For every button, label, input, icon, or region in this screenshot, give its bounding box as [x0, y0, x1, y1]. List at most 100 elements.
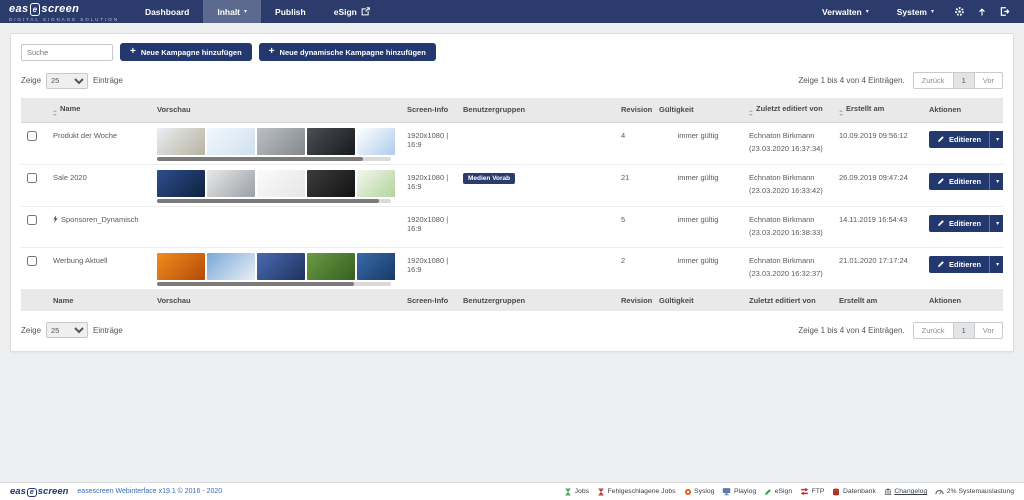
preview-thumbnail[interactable]: [357, 128, 395, 155]
pagination-prev-button[interactable]: Zurück: [913, 322, 954, 339]
preview-thumbnail[interactable]: [357, 170, 395, 197]
footer-version-text: easescreen Webinterface x19.1 © 2016 - 2…: [77, 488, 222, 495]
nav-item-dashboard[interactable]: Dashboard: [131, 0, 203, 23]
footer-link-esign[interactable]: eSign: [764, 488, 792, 496]
footer-link-changelog[interactable]: Changelog: [884, 488, 927, 496]
preview-thumbnail[interactable]: [157, 170, 205, 197]
footer-link-jobs[interactable]: Jobs: [564, 488, 589, 496]
thumb-scrollbar[interactable]: [157, 282, 391, 286]
update-button[interactable]: [971, 7, 993, 17]
created-at: 10.09.2019 09:56:12: [833, 122, 923, 164]
pagination-next-button[interactable]: Vor: [975, 72, 1003, 89]
failed-jobs-icon: [597, 488, 605, 496]
preview-thumbnail[interactable]: [207, 170, 255, 197]
user-group-badge: Medien Vorab: [463, 173, 515, 184]
nav-item-inhalt[interactable]: Inhalt▾: [203, 0, 261, 23]
preview-thumbnail[interactable]: [157, 128, 205, 155]
footer-header-name: Name: [47, 289, 151, 311]
screen-info: 1920x1080 | 16:9: [401, 206, 457, 247]
preview-thumbnail[interactable]: [257, 253, 305, 280]
edit-dropdown-toggle[interactable]: ▾: [989, 215, 1003, 232]
sort-icon: [749, 110, 753, 116]
chevron-down-icon: ▾: [866, 9, 869, 15]
brand-logo-text: easescreen: [9, 3, 119, 16]
thumb-scrollbar[interactable]: [157, 157, 391, 161]
edit-dropdown-toggle[interactable]: ▾: [989, 131, 1003, 148]
page-length-select[interactable]: 25: [46, 322, 88, 338]
preview-thumbnail[interactable]: [157, 253, 205, 280]
preview-thumbnail[interactable]: [257, 170, 305, 197]
content-area: +Neue Kampagne hinzufügen +Neue dynamisc…: [0, 23, 1024, 362]
search-input[interactable]: [21, 44, 113, 61]
footer-link-syslog[interactable]: Syslog: [684, 488, 715, 496]
thumb-scrollbar[interactable]: [157, 199, 391, 203]
table-row: Sale 2020 1920x1080 | 16:9 Medien Vorab …: [21, 164, 1003, 206]
last-edited-cell: Echnaton Birkmann (23.03.2020 16:37:34): [743, 122, 833, 164]
screen-info: 1920x1080 | 16:9: [401, 247, 457, 289]
edit-dropdown-toggle[interactable]: ▾: [989, 256, 1003, 273]
edit-button[interactable]: Editieren: [929, 173, 989, 190]
system-load-icon: [935, 487, 944, 496]
add-dynamic-campaign-button[interactable]: +Neue dynamische Kampagne hinzufügen: [259, 43, 436, 61]
preview-thumbnail[interactable]: [307, 170, 355, 197]
revision: 4: [615, 122, 653, 164]
nav-item-esign[interactable]: eSign: [320, 0, 384, 23]
add-campaign-button[interactable]: +Neue Kampagne hinzufügen: [120, 43, 252, 61]
pagination-page-1-button[interactable]: 1: [954, 322, 975, 339]
footer-header-benutzergruppen: Benutzergruppen: [457, 289, 615, 311]
row-checkbox[interactable]: [27, 173, 37, 183]
revision: 2: [615, 247, 653, 289]
nav-item-publish[interactable]: Publish: [261, 0, 320, 23]
pencil-icon: [937, 260, 945, 268]
footer-link-ftp[interactable]: FTP: [800, 487, 824, 496]
nav-item-verwalten[interactable]: Verwalten▾: [808, 7, 883, 17]
header-erstellt-am[interactable]: Erstellt am: [833, 98, 923, 122]
logout-button[interactable]: [993, 6, 1016, 17]
edit-button[interactable]: Editieren: [929, 256, 989, 273]
table-controls-top: Zeige 25 Einträge Zeige 1 bis 4 von 4 Ei…: [21, 72, 1003, 89]
footer-link-datenbank[interactable]: Datenbank: [832, 488, 875, 496]
footer-link-failed-jobs[interactable]: Fehlgeschlagene Jobs: [597, 488, 676, 496]
preview-thumbnail[interactable]: [307, 253, 355, 280]
table-controls-bottom: Zeige 25 Einträge Zeige 1 bis 4 von 4 Ei…: [21, 322, 1003, 339]
header-zuletzt-editiert[interactable]: Zuletzt editiert von: [743, 98, 833, 122]
page-length-menu: Zeige 25 Einträge: [21, 73, 123, 89]
validity: immer gültig: [653, 164, 743, 206]
pagination-prev-button[interactable]: Zurück: [913, 72, 954, 89]
row-checkbox[interactable]: [27, 256, 37, 266]
pagination-info: Zeige 1 bis 4 von 4 Einträgen.: [798, 76, 904, 85]
plus-icon: +: [130, 47, 136, 57]
pencil-icon: [937, 219, 945, 227]
footer-system-load[interactable]: 2% Systemauslastung: [935, 487, 1014, 496]
preview-thumbnail[interactable]: [257, 128, 305, 155]
footer-link-playlog[interactable]: Playlog: [722, 487, 756, 496]
edit-button[interactable]: Editieren: [929, 215, 989, 232]
user-groups-cell: [457, 122, 615, 164]
pagination-page-1-button[interactable]: 1: [954, 72, 975, 89]
preview-thumbnail[interactable]: [207, 128, 255, 155]
settings-button[interactable]: [948, 6, 971, 17]
nav-item-system[interactable]: System▾: [883, 7, 948, 17]
preview-thumbnail[interactable]: [207, 253, 255, 280]
campaigns-table: Name Vorschau Screen-Info Benutzergruppe…: [21, 98, 1003, 311]
pagination-bottom: Zeige 1 bis 4 von 4 Einträgen. Zurück 1 …: [798, 322, 1003, 339]
edit-button[interactable]: Editieren: [929, 131, 989, 148]
preview-thumbnail[interactable]: [307, 128, 355, 155]
footer-header-vorschau: Vorschau: [151, 289, 401, 311]
row-checkbox[interactable]: [27, 215, 37, 225]
last-edited-at: (23.03.2020 16:32:37): [749, 269, 827, 278]
edit-dropdown-toggle[interactable]: ▾: [989, 173, 1003, 190]
row-checkbox[interactable]: [27, 131, 37, 141]
validity: immer gültig: [653, 247, 743, 289]
length-prefix-label: Zeige: [21, 76, 41, 85]
pagination-next-button[interactable]: Vor: [975, 322, 1003, 339]
page-length-select[interactable]: 25: [46, 73, 88, 89]
user-groups-cell: [457, 206, 615, 247]
header-name[interactable]: Name: [47, 98, 151, 122]
preview-thumbnail[interactable]: [357, 253, 395, 280]
created-at: 21.01.2020 17:17:24: [833, 247, 923, 289]
preview-strip: [157, 253, 395, 280]
sort-icon: [53, 110, 57, 116]
brand-logo[interactable]: easescreen DIGITAL SIGNAGE SOLUTION: [0, 0, 131, 23]
last-edited-at: (23.03.2020 16:37:34): [749, 144, 827, 153]
